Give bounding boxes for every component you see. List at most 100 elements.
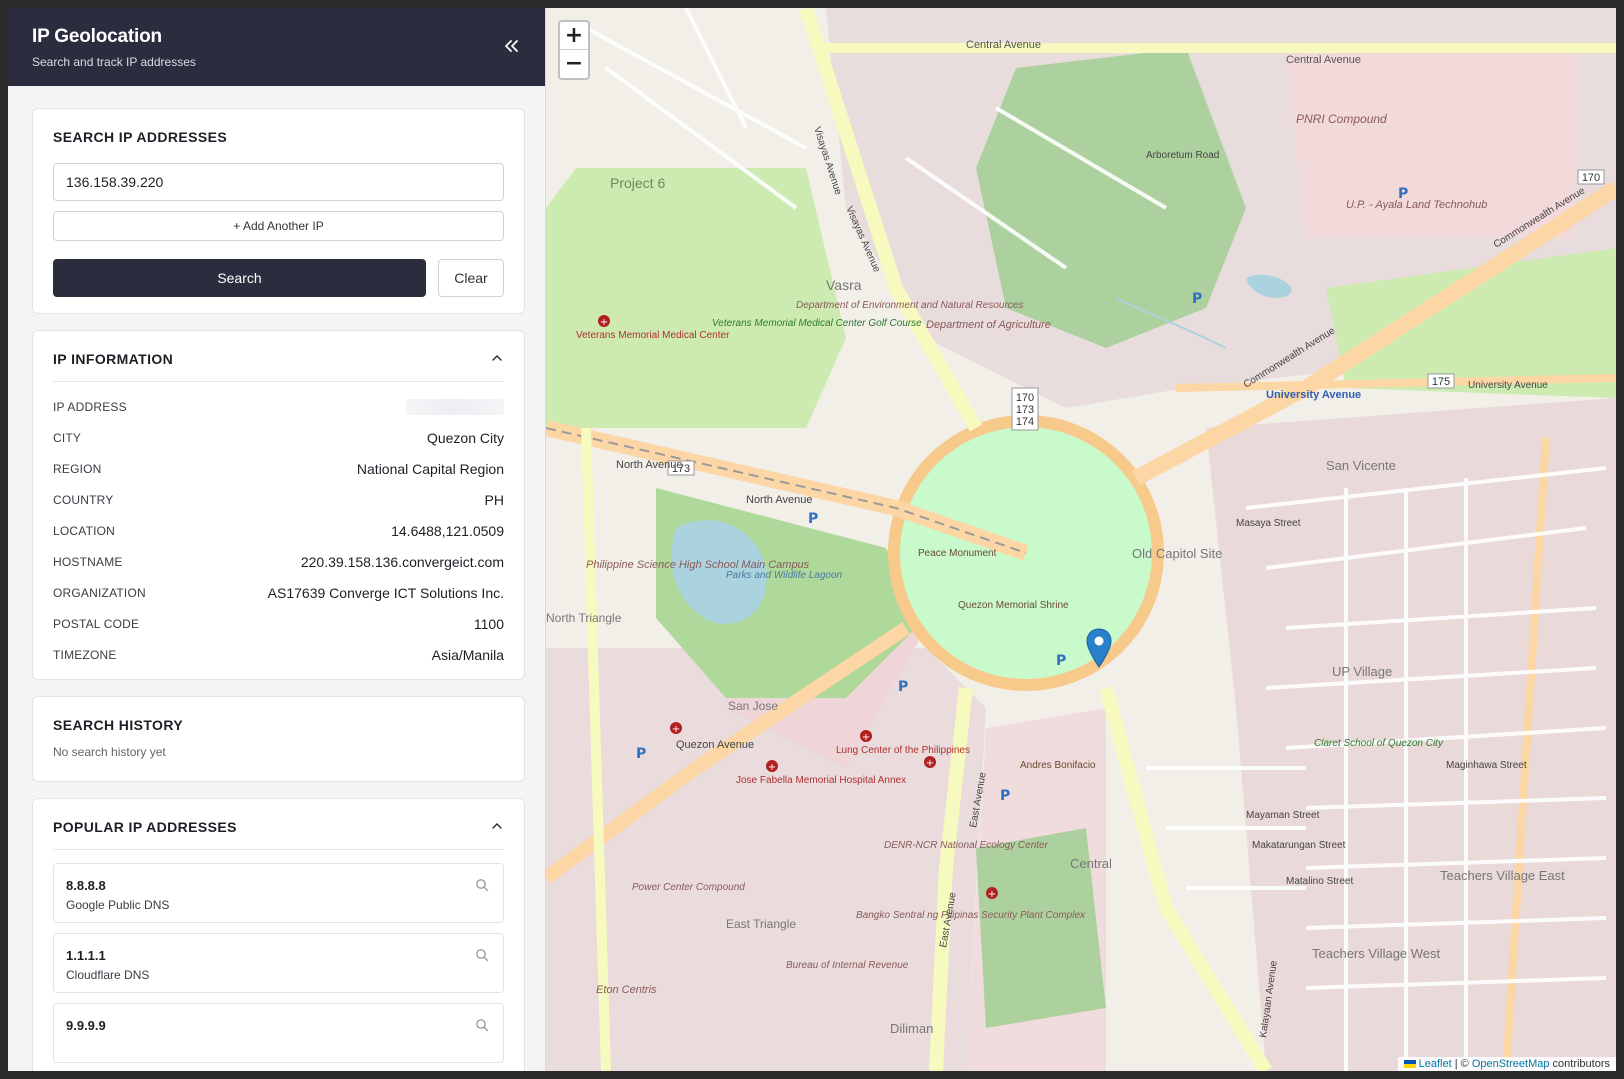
map-label: Veterans Memorial Medical Center Golf Co… bbox=[712, 318, 922, 329]
map-label: Department of Environment and Natural Re… bbox=[796, 300, 1023, 311]
location-marker-icon[interactable] bbox=[1086, 628, 1112, 668]
info-row: REGION National Capital Region bbox=[53, 459, 504, 479]
info-label: CITY bbox=[53, 431, 82, 445]
popular-ip-item[interactable]: 9.9.9.9 bbox=[53, 1003, 504, 1063]
popular-ip-address: 1.1.1.1 bbox=[66, 948, 106, 963]
map-label: Maginhawa Street bbox=[1446, 760, 1527, 771]
ip-info-heading[interactable]: IP INFORMATION bbox=[33, 331, 524, 367]
map-label: North Avenue bbox=[746, 494, 812, 506]
map-label: Jose Fabella Memorial Hospital Annex bbox=[736, 775, 906, 786]
map-label: Veterans Memorial Medical Center bbox=[576, 330, 730, 341]
ukraine-flag-icon bbox=[1403, 1060, 1416, 1069]
info-row: CITY Quezon City bbox=[53, 428, 504, 448]
svg-text:P: P bbox=[898, 679, 908, 695]
divider bbox=[53, 381, 504, 382]
map-label: Masaya Street bbox=[1236, 518, 1301, 529]
search-button[interactable]: Search bbox=[53, 259, 426, 297]
map-label: U.P. - Ayala Land Technohub bbox=[1346, 199, 1487, 211]
search-heading: SEARCH IP ADDRESSES bbox=[53, 129, 228, 145]
map-label: Department of Agriculture bbox=[926, 319, 1051, 331]
map-label: North Triangle bbox=[546, 611, 622, 625]
zoom-control: + − bbox=[558, 20, 590, 80]
info-row: COUNTRY PH bbox=[53, 490, 504, 510]
info-row: HOSTNAME 220.39.158.136.convergeict.com bbox=[53, 552, 504, 572]
route-shield: 170 bbox=[1582, 172, 1600, 184]
map-label: Parks and Wildlife Lagoon bbox=[726, 570, 843, 581]
map-view[interactable]: 170 173 174 173 175 170 Central Avenue C… bbox=[546, 8, 1616, 1071]
map-label: Quezon Avenue bbox=[676, 739, 754, 751]
search-icon[interactable] bbox=[475, 948, 489, 962]
popular-ip-address: 9.9.9.9 bbox=[66, 1018, 106, 1033]
info-value: AS17639 Converge ICT Solutions Inc. bbox=[267, 585, 504, 601]
info-label: LOCATION bbox=[53, 524, 116, 538]
info-label: HOSTNAME bbox=[53, 555, 123, 569]
search-icon[interactable] bbox=[475, 878, 489, 892]
info-row: POSTAL CODE 1100 bbox=[53, 614, 504, 634]
search-icon[interactable] bbox=[475, 1018, 489, 1032]
info-label: POSTAL CODE bbox=[53, 617, 140, 631]
clear-button[interactable]: Clear bbox=[438, 259, 504, 297]
route-shield: 170 bbox=[1016, 392, 1034, 404]
route-shield: 173 bbox=[1016, 404, 1034, 416]
map-label: Lung Center of the Philippines bbox=[836, 745, 970, 756]
info-label: TIMEZONE bbox=[53, 648, 117, 662]
svg-text:+: + bbox=[672, 724, 680, 735]
add-ip-button[interactable]: + Add Another IP bbox=[53, 211, 504, 241]
popular-ip-item[interactable]: 8.8.8.8 Google Public DNS bbox=[53, 863, 504, 923]
map-tiles[interactable]: 170 173 174 173 175 170 Central Avenue C… bbox=[546, 8, 1616, 1071]
zoom-in-button[interactable]: + bbox=[560, 22, 588, 50]
attribution-separator: | © bbox=[1451, 1058, 1472, 1070]
map-label: Bureau of Internal Revenue bbox=[786, 960, 909, 971]
osm-link[interactable]: OpenStreetMap bbox=[1472, 1058, 1550, 1070]
map-label: Bangko Sentral ng Pilipinas Security Pla… bbox=[856, 910, 1086, 921]
map-label: San Vicente bbox=[1326, 458, 1396, 473]
map-attribution: Leaflet | © OpenStreetMap contributors bbox=[1397, 1057, 1616, 1071]
search-card: SEARCH IP ADDRESSES + Add Another IP Sea… bbox=[32, 108, 525, 314]
info-value: 1100 bbox=[473, 616, 504, 632]
map-label: Teachers Village East bbox=[1440, 868, 1565, 883]
map-label: Makatarungan Street bbox=[1252, 840, 1346, 851]
info-label: IP ADDRESS bbox=[53, 400, 127, 414]
svg-text:P: P bbox=[636, 746, 646, 762]
map-label: Claret School of Quezon City bbox=[1314, 738, 1444, 749]
leaflet-link[interactable]: Leaflet bbox=[1419, 1058, 1452, 1070]
map-label: UP Village bbox=[1332, 664, 1392, 679]
popular-ip-item[interactable]: 1.1.1.1 Cloudflare DNS bbox=[53, 933, 504, 993]
info-label: REGION bbox=[53, 462, 102, 476]
info-row: TIMEZONE Asia/Manila bbox=[53, 645, 504, 665]
popular-ip-address: 8.8.8.8 bbox=[66, 878, 106, 893]
info-value: PH bbox=[484, 492, 504, 508]
info-row: LOCATION 14.6488,121.0509 bbox=[53, 521, 504, 541]
map-label: Project 6 bbox=[610, 175, 665, 191]
info-value: Asia/Manila bbox=[431, 647, 504, 663]
info-label: ORGANIZATION bbox=[53, 586, 146, 600]
map-label: Andres Bonifacio bbox=[1020, 760, 1096, 771]
info-label: COUNTRY bbox=[53, 493, 114, 507]
popular-heading[interactable]: POPULAR IP ADDRESSES bbox=[33, 799, 524, 835]
map-label: Vasra bbox=[826, 277, 862, 293]
ip-info-card: IP INFORMATION IP ADDRESS CITY Quezon City… bbox=[32, 330, 525, 680]
chevron-up-icon[interactable] bbox=[490, 351, 504, 365]
map-label: Old Capitol Site bbox=[1132, 546, 1222, 561]
svg-text:+: + bbox=[600, 317, 608, 328]
map-label: Power Center Compound bbox=[632, 882, 745, 893]
svg-text:P: P bbox=[1056, 653, 1066, 669]
svg-text:P: P bbox=[1398, 186, 1408, 202]
map-label: Mayaman Street bbox=[1246, 810, 1320, 821]
zoom-out-button[interactable]: − bbox=[560, 50, 588, 78]
map-label: University Avenue bbox=[1266, 389, 1361, 401]
svg-text:+: + bbox=[988, 889, 996, 900]
map-label: East Triangle bbox=[726, 917, 796, 931]
svg-text:P: P bbox=[1000, 788, 1010, 804]
ip-input[interactable] bbox=[53, 163, 504, 201]
map-label: San Jose bbox=[728, 699, 778, 713]
divider bbox=[53, 849, 504, 850]
collapse-sidebar-button[interactable] bbox=[499, 34, 523, 58]
route-shield: 174 bbox=[1016, 416, 1034, 428]
info-row: IP ADDRESS bbox=[53, 397, 504, 417]
svg-text:+: + bbox=[926, 758, 934, 769]
history-empty-note: No search history yet bbox=[53, 745, 166, 759]
map-label: Matalino Street bbox=[1286, 876, 1353, 887]
chevron-up-icon[interactable] bbox=[490, 819, 504, 833]
route-shield: 175 bbox=[1432, 376, 1450, 388]
